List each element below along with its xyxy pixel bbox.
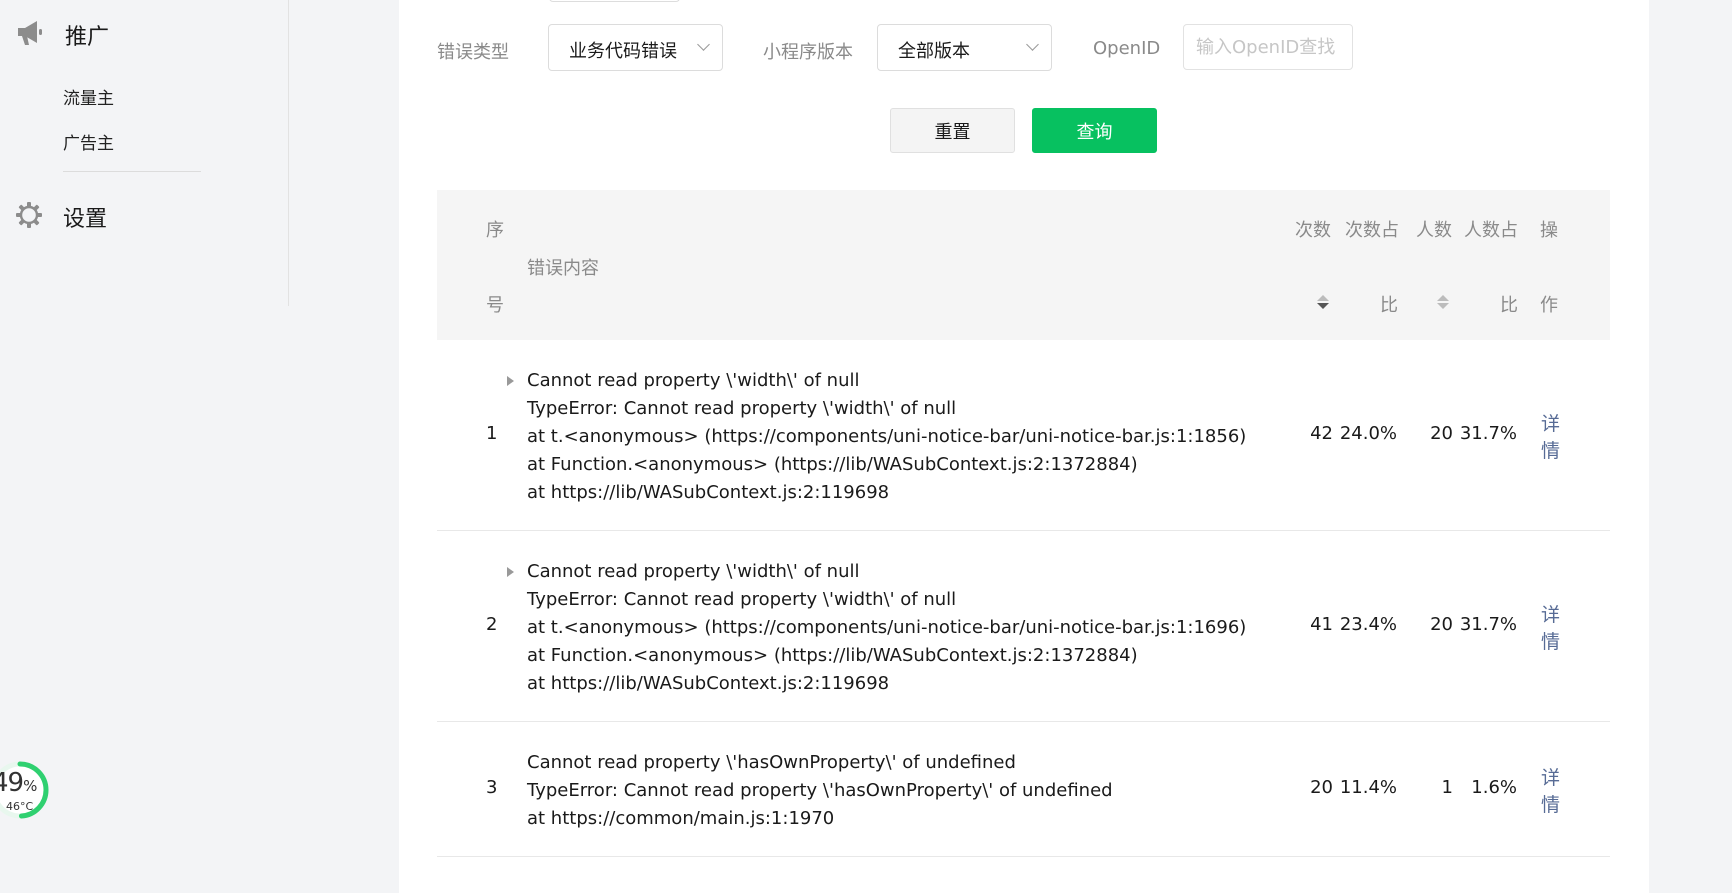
version-label: 小程序版本 [763,42,853,63]
detail-link-text: 情 [1541,631,1561,653]
sort-down-icon[interactable] [1317,303,1329,309]
chevron-down-icon [697,38,710,51]
version-value: 全部版本 [898,41,970,62]
top-select-edge [549,0,680,2]
message-line: Cannot read property \'width\' of null [527,370,860,391]
detail-link-text: 详 [1541,767,1561,789]
row-message: Cannot read property \'hasOwnProperty\' … [527,749,1113,833]
sort-up-icon[interactable] [1437,295,1449,301]
cpu-percent-value: 49 [0,768,24,798]
detail-link[interactable]: 详 情 [1541,765,1560,819]
expand-caret-icon[interactable] [507,567,514,577]
openid-input[interactable] [1183,24,1353,70]
row-users-ratio: 31.7% [1459,614,1517,635]
query-button[interactable]: 查询 [1032,108,1157,153]
row-index: 1 [486,423,498,444]
sidebar-group-settings[interactable]: 设置 [15,201,107,233]
detail-link-text: 情 [1541,440,1561,462]
cpu-percent: 49% [0,768,37,798]
error-type-select[interactable]: 业务代码错误 [548,24,723,71]
row-count-ratio: 11.4% [1339,777,1397,798]
header-count[interactable]: 次数 [1295,216,1331,242]
row-count-ratio: 23.4% [1339,614,1397,635]
error-type-value: 业务代码错误 [569,41,677,62]
message-line: at t.<anonymous> (https://components/uni… [527,617,1247,638]
header-users-ratio-2: 比 [1500,295,1518,316]
message-line: at t.<anonymous> (https://components/uni… [527,426,1247,447]
gear-icon [15,201,43,233]
sort-up-icon[interactable] [1317,295,1329,301]
detail-link-text: 详 [1541,413,1561,435]
message-line: at https://common/main.js:1:1970 [527,808,835,829]
sidebar-group-label: 推广 [65,25,110,50]
message-line: TypeError: Cannot read property \'width\… [527,589,957,610]
row-users: 1 [1441,777,1453,798]
table-row: 3 Cannot read property \'hasOwnProperty\… [437,722,1610,857]
row-count: 41 [1310,614,1333,635]
header-action: 操 [1540,220,1558,241]
message-line: TypeError: Cannot read property \'hasOwn… [527,780,1113,801]
row-users-ratio: 31.7% [1459,423,1517,444]
row-count: 42 [1310,423,1333,444]
header-count-ratio: 次数占 [1345,220,1399,241]
detail-link[interactable]: 详 情 [1541,602,1560,656]
table-row: 1 Cannot read property \'width\' of null… [437,340,1610,531]
message-line: at Function.<anonymous> (https://lib/WAS… [527,454,1138,475]
header-users[interactable]: 人数 [1416,216,1452,242]
header-index-2: 号 [486,295,504,316]
row-users: 20 [1430,614,1453,635]
message-line: at https://lib/WASubContext.js:2:119698 [527,482,890,503]
sidebar-item-advertiser[interactable]: 广告主 [63,129,114,154]
detail-link[interactable]: 详 情 [1541,411,1560,465]
message-line: Cannot read property \'hasOwnProperty\' … [527,752,1016,773]
table-row: 2 Cannot read property \'width\' of null… [437,531,1610,722]
message-line: Cannot read property \'width\' of null [527,561,860,582]
system-monitor-widget[interactable]: 49% 46°C [0,750,56,834]
row-count-ratio: 24.0% [1339,423,1397,444]
message-line: at Function.<anonymous> (https://lib/WAS… [527,645,1138,666]
row-message: Cannot read property \'width\' of null T… [527,367,1246,507]
error-type-label: 错误类型 [437,42,509,63]
row-users: 20 [1430,423,1453,444]
version-select[interactable]: 全部版本 [877,24,1052,71]
header-count-ratio-2: 比 [1380,295,1398,316]
row-count: 20 [1310,777,1333,798]
sidebar-divider [63,171,201,172]
sidebar-group-label: 设置 [63,207,108,232]
openid-label: OpenID [1093,38,1161,59]
cpu-temperature: 46°C [6,800,34,813]
header-content: 错误内容 [527,258,599,279]
sidebar-group-promotion[interactable]: 推广 [15,18,109,52]
header-action-2: 作 [1540,295,1558,316]
detail-link-text: 情 [1541,794,1561,816]
row-index: 2 [486,614,498,635]
sidebar: 推广 流量主 广告主 设置 [0,0,289,306]
table-header: 序 号 错误内容 次数 次数占 比 人数 人数占 比 操 作 [437,190,1610,340]
expand-caret-icon[interactable] [507,376,514,386]
row-message: Cannot read property \'width\' of null T… [527,558,1246,698]
error-table: 序 号 错误内容 次数 次数占 比 人数 人数占 比 操 作 1 Cannot … [437,190,1610,857]
megaphone-icon [15,18,45,52]
main-panel: 错误类型 业务代码错误 小程序版本 全部版本 OpenID 重置 查询 序 号 … [399,0,1649,893]
sidebar-item-traffic-owner[interactable]: 流量主 [63,84,114,109]
header-users-ratio: 人数占 [1464,220,1518,241]
chevron-down-icon [1026,38,1039,51]
message-line: at https://lib/WASubContext.js:2:119698 [527,673,890,694]
row-users-ratio: 1.6% [1471,777,1517,798]
reset-button[interactable]: 重置 [890,108,1015,153]
detail-link-text: 详 [1541,604,1561,626]
sort-down-icon[interactable] [1437,303,1449,309]
header-index: 序 [486,220,504,241]
row-index: 3 [486,777,498,798]
message-line: TypeError: Cannot read property \'width\… [527,398,957,419]
percent-sign: % [23,777,37,795]
